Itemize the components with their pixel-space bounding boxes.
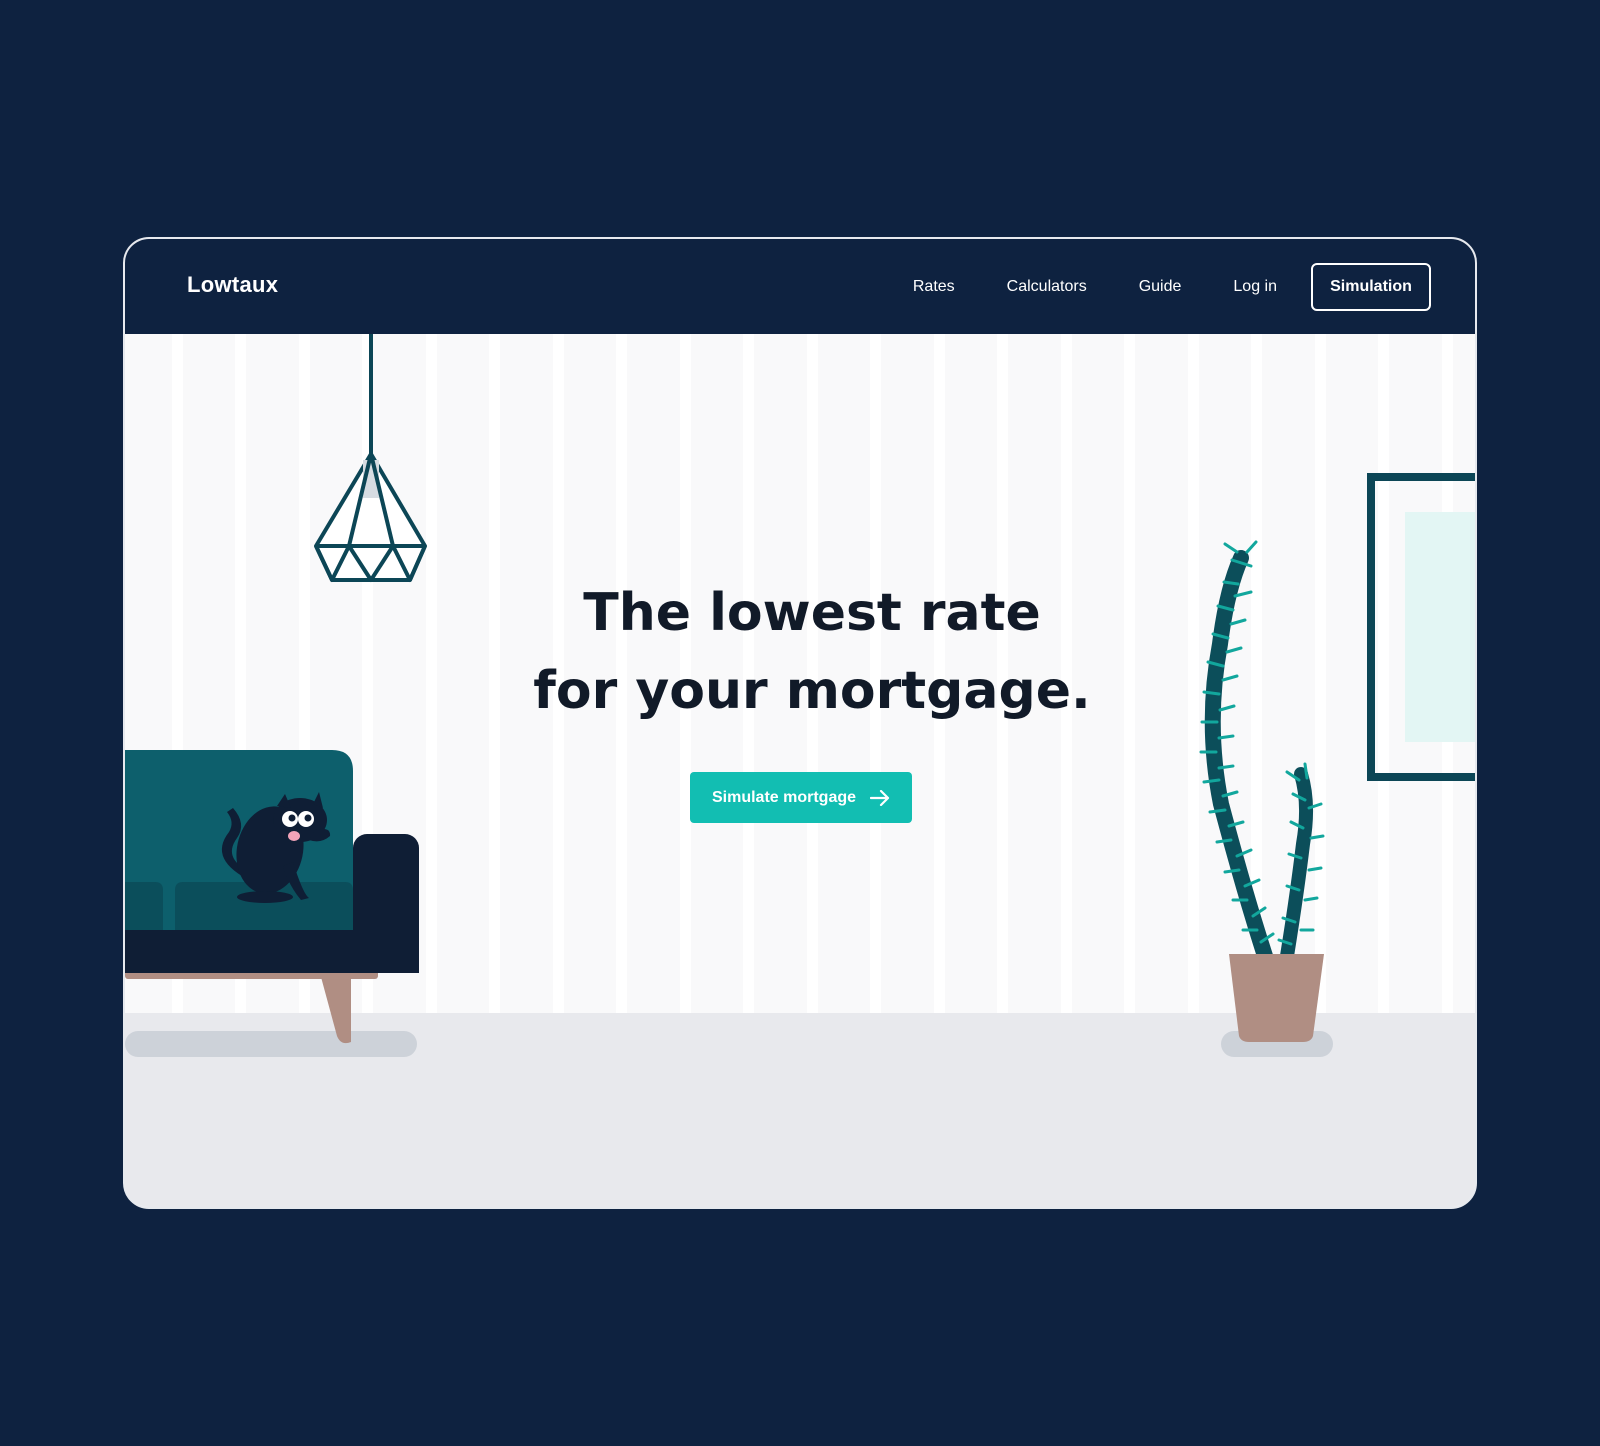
pendant-lamp-icon <box>314 334 427 582</box>
hero-title-line-1: The lowest rate <box>583 583 1041 643</box>
top-navbar: Lowtaux Rates Calculators Guide Log in S… <box>125 239 1475 334</box>
nav-menu: Rates Calculators Guide Log in Simulatio… <box>913 263 1431 311</box>
nav-link-guide[interactable]: Guide <box>1139 278 1182 296</box>
simulation-button[interactable]: Simulation <box>1311 263 1431 311</box>
simulate-mortgage-label: Simulate mortgage <box>711 788 857 806</box>
hero-title: The lowest rate for your mortgage. <box>125 574 1475 730</box>
nav-link-calculators[interactable]: Calculators <box>1007 278 1087 296</box>
plant-pot <box>1229 954 1324 1042</box>
sofa-cushion-left <box>125 882 163 934</box>
hero-scene: The lowest rate for your mortgage. Simul… <box>125 334 1475 1207</box>
arrow-right-icon <box>870 789 890 806</box>
sofa-shadow <box>125 1031 417 1057</box>
brand-logo[interactable]: Lowtaux <box>187 272 278 298</box>
browser-window: Lowtaux Rates Calculators Guide Log in S… <box>123 237 1477 1209</box>
simulate-mortgage-button[interactable]: Simulate mortgage <box>690 772 912 823</box>
nav-link-rates[interactable]: Rates <box>913 278 955 296</box>
hero-title-line-2: for your mortgage. <box>533 661 1091 721</box>
nav-link-login[interactable]: Log in <box>1233 278 1277 296</box>
